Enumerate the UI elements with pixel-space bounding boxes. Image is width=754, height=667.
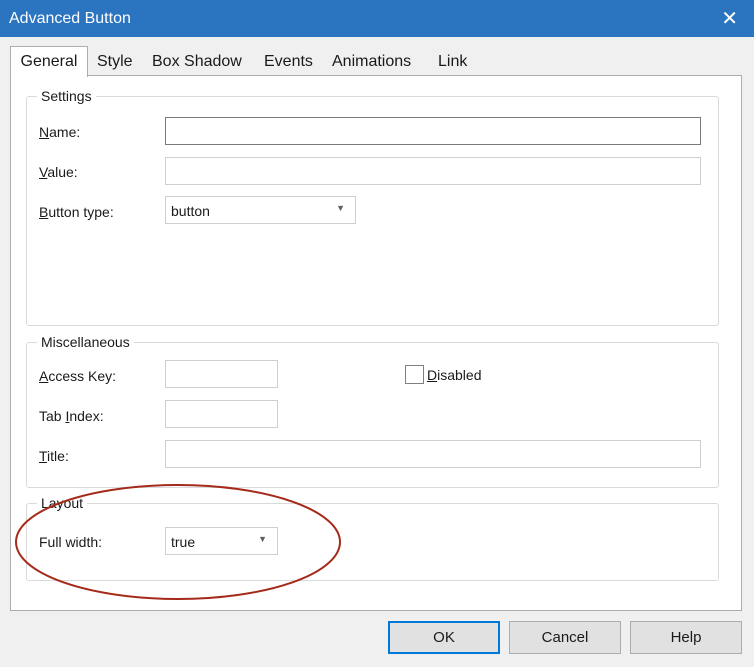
- layout-group: Layout: [26, 495, 719, 581]
- title-bar: Advanced Button ✕: [0, 0, 754, 37]
- help-button[interactable]: Help: [630, 621, 742, 654]
- window-title: Advanced Button: [9, 10, 131, 27]
- full-width-label: Full width:: [39, 534, 103, 550]
- tab-style[interactable]: Style: [97, 49, 133, 75]
- tab-index-field[interactable]: [165, 400, 278, 428]
- button-type-label: Button type:: [39, 204, 114, 220]
- chevron-down-icon: ▼: [258, 534, 267, 544]
- access-key-label: Access Key:: [39, 368, 117, 384]
- tab-link[interactable]: Link: [438, 49, 467, 75]
- value-label: Value:: [39, 164, 78, 180]
- tab-panel-general: Settings Name: Value: Button type: butto…: [10, 75, 742, 611]
- full-width-value: true: [171, 534, 196, 550]
- title-field[interactable]: [165, 440, 701, 468]
- name-field[interactable]: [165, 117, 701, 145]
- chevron-down-icon: ▼: [336, 203, 345, 213]
- miscellaneous-legend: Miscellaneous: [37, 334, 134, 350]
- tab-general[interactable]: General: [10, 46, 88, 77]
- value-field[interactable]: [165, 157, 701, 185]
- button-type-select[interactable]: button ▼: [165, 196, 356, 224]
- tab-box-shadow[interactable]: Box Shadow: [152, 49, 242, 75]
- disabled-label: Disabled: [427, 367, 482, 383]
- access-key-field[interactable]: [165, 360, 278, 388]
- tab-events[interactable]: Events: [264, 49, 313, 75]
- disabled-checkbox[interactable]: [405, 365, 424, 384]
- tab-index-label: Tab Index:: [39, 408, 104, 424]
- full-width-select[interactable]: true ▼: [165, 527, 278, 555]
- tab-animations[interactable]: Animations: [332, 49, 411, 75]
- settings-legend: Settings: [37, 88, 96, 104]
- close-icon[interactable]: ✕: [721, 6, 738, 31]
- layout-legend: Layout: [37, 495, 88, 511]
- title-label: Title:: [39, 448, 69, 464]
- ok-button[interactable]: OK: [388, 621, 500, 654]
- name-label: Name:: [39, 124, 81, 140]
- button-type-value: button: [171, 203, 210, 219]
- cancel-button[interactable]: Cancel: [509, 621, 621, 654]
